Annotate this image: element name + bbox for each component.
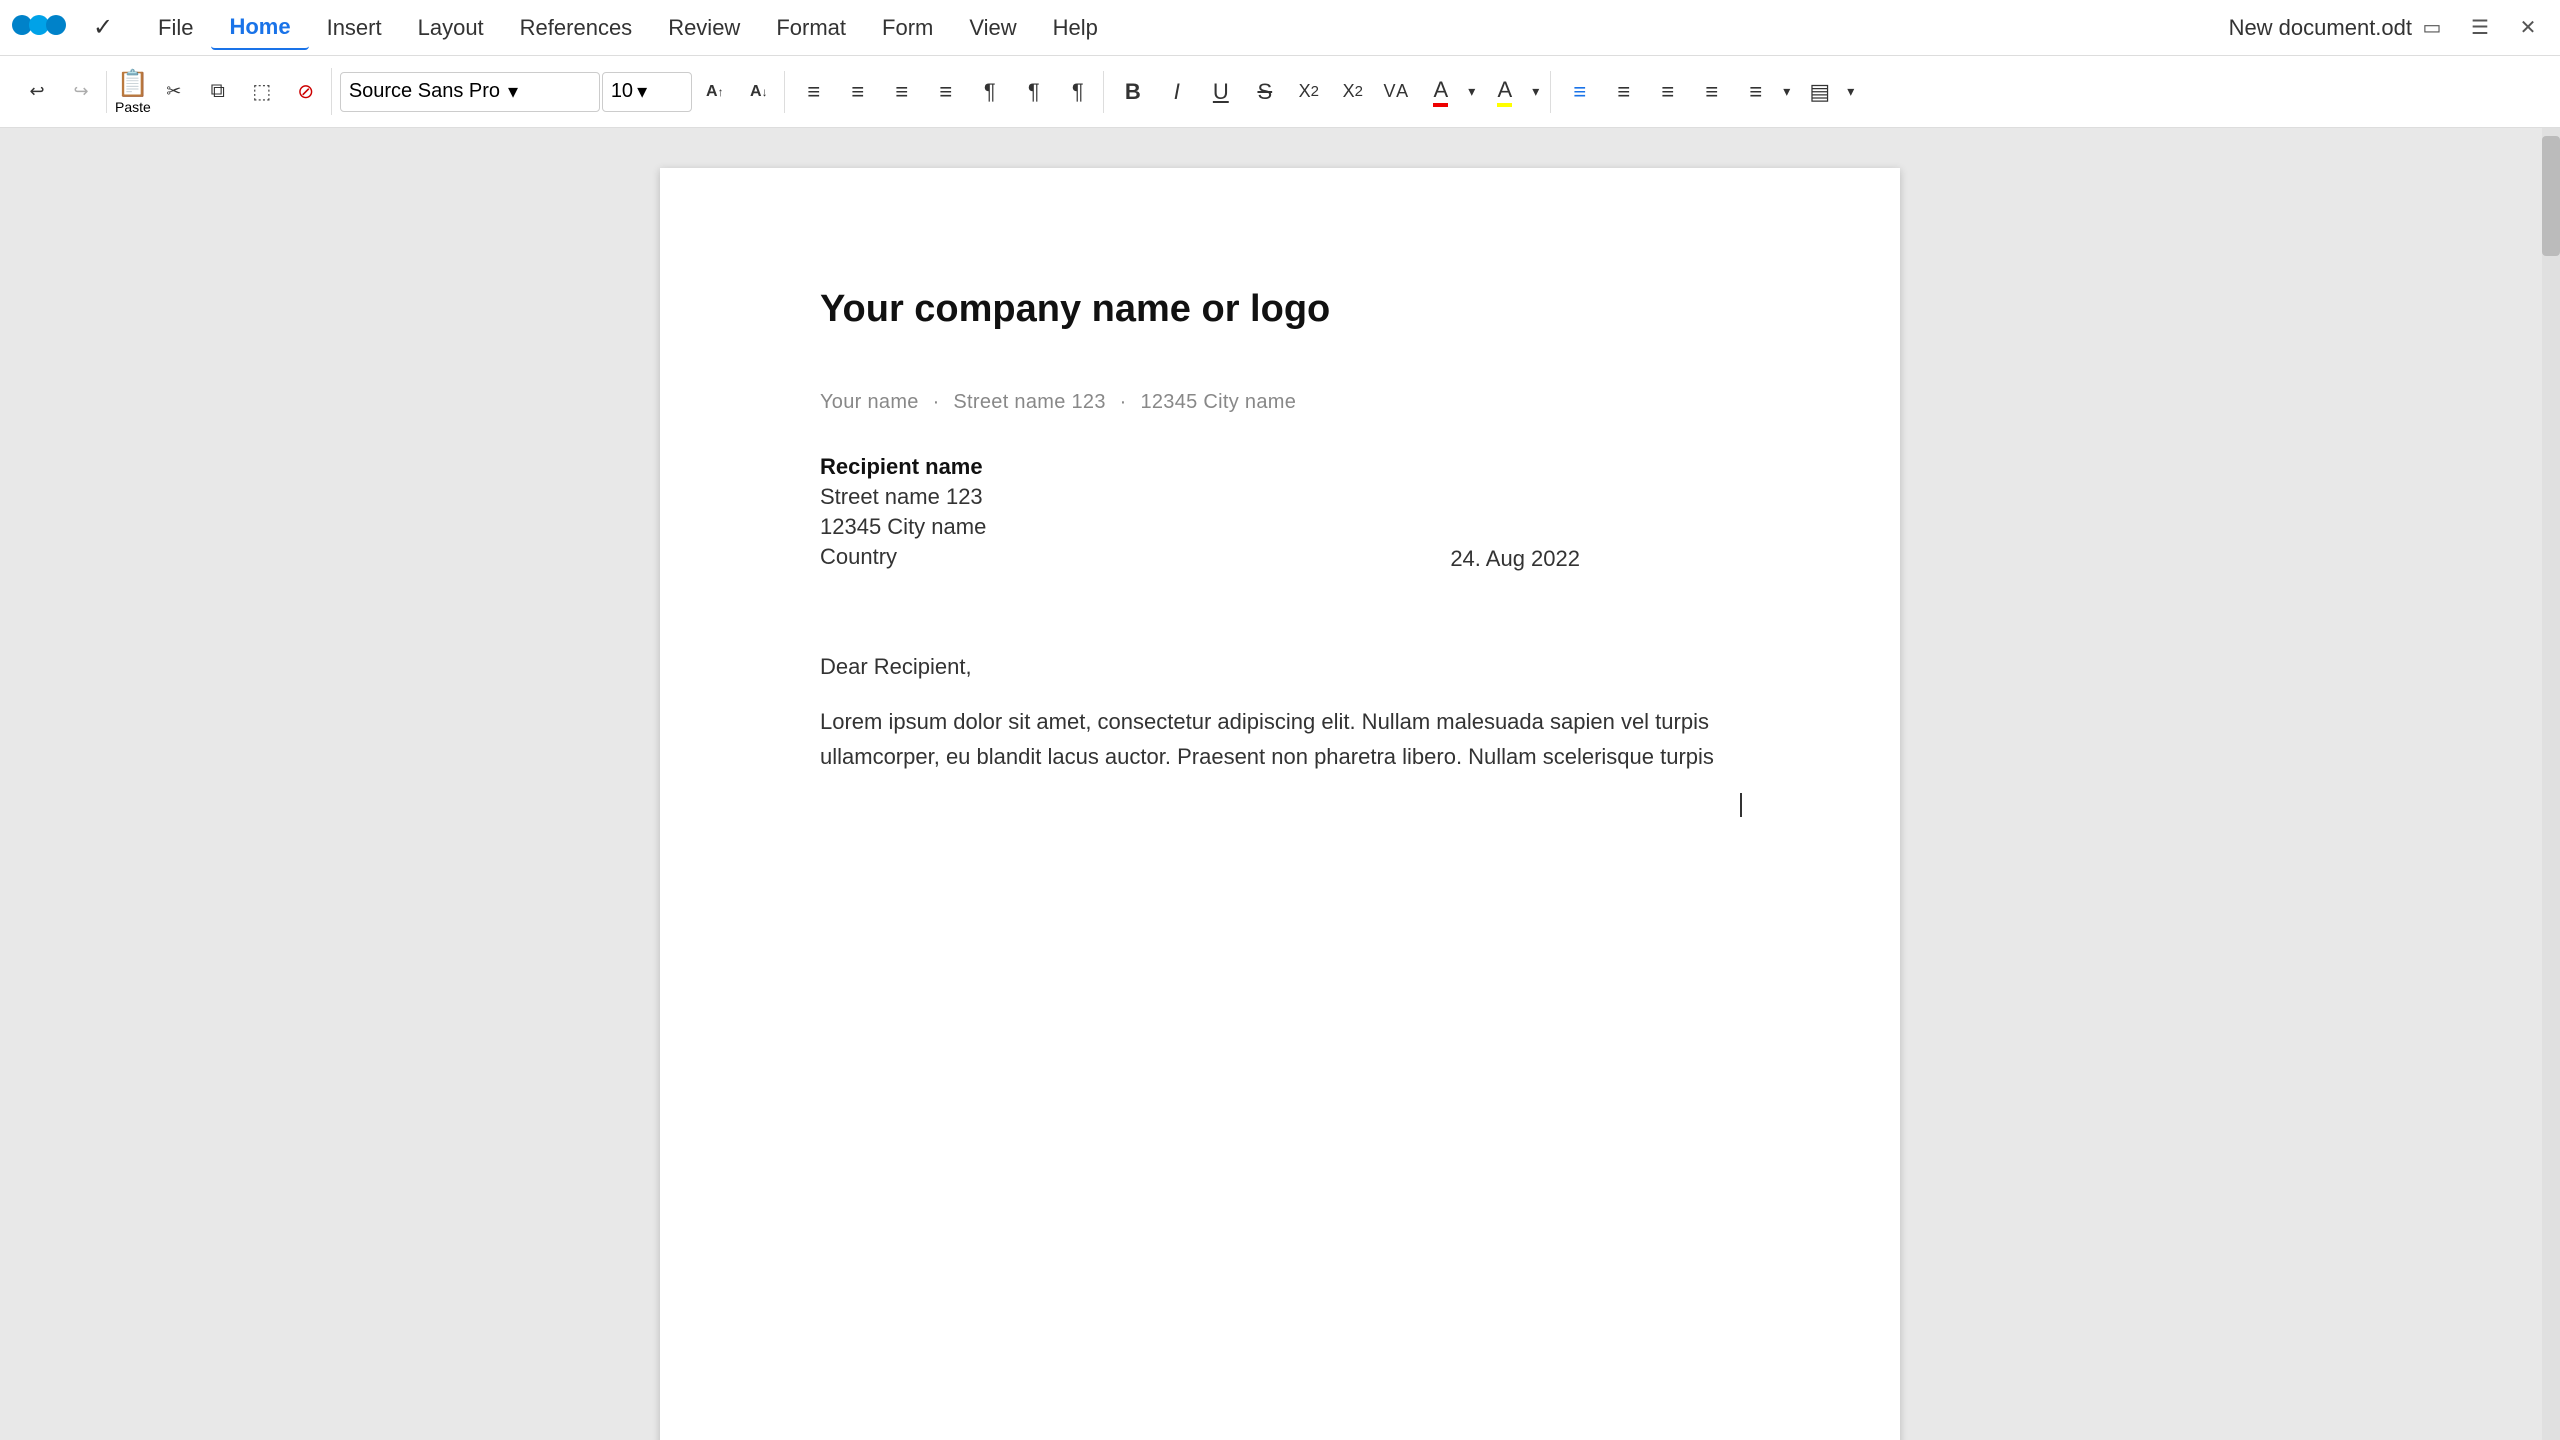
ordered-list-button[interactable]: ≡ [837,71,879,113]
paste-button[interactable]: 📋 Paste [115,68,151,115]
highlight-color-group: A ▾ [1484,71,1546,113]
underline-button[interactable]: U [1200,71,1242,113]
font-color-dropdown[interactable]: ▾ [1462,71,1482,113]
body-text[interactable]: Lorem ipsum dolor sit amet, consectetur … [820,704,1740,774]
bg-color-group: ▤ ▾ [1799,71,1861,113]
font-color-group: A ▾ [1420,71,1482,113]
menu-help[interactable]: Help [1035,7,1116,49]
cut-button[interactable]: ✂ [153,71,195,113]
menu-references[interactable]: References [502,7,651,49]
undo-button[interactable]: ↩ [16,71,58,113]
menu-form[interactable]: Form [864,7,951,49]
sender-name: Your name [820,391,919,413]
window-toggle-button[interactable]: ▭ [2412,8,2452,48]
highlight-color-dropdown[interactable]: ▾ [1526,71,1546,113]
vertical-scrollbar[interactable] [2542,128,2560,1440]
char-spacing-button[interactable]: VA [1376,71,1418,113]
font-size-decrease-button[interactable]: A↓ [738,71,780,113]
app-logo [12,7,66,48]
menu-view[interactable]: View [951,7,1034,49]
bg-color-button[interactable]: ▤ [1799,71,1841,113]
sender-city: 12345 City name [1140,391,1296,413]
separator-2: · [1120,391,1127,413]
show-formatting-button[interactable]: ¶ [1013,71,1055,113]
font-name-selector[interactable]: Source Sans Pro ▾ [340,72,600,112]
menu-home[interactable]: Home [211,6,308,50]
close-button[interactable]: ✕ [2508,8,2548,48]
document-page[interactable]: Your company name or logo Your name · St… [660,168,1900,1440]
sidebar-toggle-button[interactable]: ☰ [2460,8,2500,48]
clipboard-group: 📋 Paste ✂ ⧉ ⬚ ⊘ [111,68,332,115]
menu-layout[interactable]: Layout [400,7,502,49]
window-controls: ▭ ☰ ✕ [2412,8,2548,48]
font-size-increase-button[interactable]: A↑ [694,71,736,113]
character-group: B I U S X2 X2 VA A ▾ A ▾ [1108,71,1551,113]
line-spacing-dropdown[interactable]: ▾ [1777,71,1797,113]
align-left-button[interactable]: ≡ [1559,71,1601,113]
redo-button[interactable]: ↪ [60,71,102,113]
clear-format-button[interactable]: ⊘ [285,71,327,113]
italic-button[interactable]: I [1156,71,1198,113]
font-group: Source Sans Pro ▾ 10 ▾ A↑ A↓ [336,71,785,113]
superscript-button[interactable]: X2 [1332,71,1374,113]
recipient-country-row: Country 24. Aug 2022 [820,544,1740,574]
menu-review[interactable]: Review [650,7,758,49]
text-cursor [1740,793,1742,817]
pilcrow-button[interactable]: ¶ [1057,71,1099,113]
recipient-city[interactable]: 12345 City name [820,514,1740,540]
copy-button[interactable]: ⧉ [197,71,239,113]
clone-format-button[interactable]: ⬚ [241,71,283,113]
align-center-button[interactable]: ≡ [1603,71,1645,113]
scrollbar-thumb[interactable] [2542,136,2560,256]
font-color-button[interactable]: A [1420,71,1462,113]
history-group: ↩ ↪ [12,71,107,113]
recipient-name[interactable]: Recipient name [820,454,1740,480]
unordered-list-button[interactable]: ≡ [793,71,835,113]
sender-street: Street name 123 [953,391,1105,413]
paragraph-mark-button[interactable]: ¶ [969,71,1011,113]
salutation[interactable]: Dear Recipient, [820,654,1740,680]
save-button[interactable]: ✓ [82,7,124,49]
document-area[interactable]: Your company name or logo Your name · St… [0,128,2560,1440]
recipient-country[interactable]: Country [820,544,897,570]
menu-bar: File Home Insert Layout References Revie… [140,6,2229,50]
list-group: ≡ ≡ ≡ ≡ ¶ ¶ ¶ [789,71,1104,113]
indent-decrease-button[interactable]: ≡ [881,71,923,113]
recipient-block: Recipient name Street name 123 12345 Cit… [820,454,1740,574]
align-right-button[interactable]: ≡ [1647,71,1689,113]
menu-insert[interactable]: Insert [309,7,400,49]
font-size-selector[interactable]: 10 ▾ [602,72,692,112]
separator-1: · [933,391,940,413]
sender-info: Your name · Street name 123 · 12345 City… [820,391,1740,414]
bold-button[interactable]: B [1112,71,1154,113]
strikethrough-button[interactable]: S [1244,71,1286,113]
alignment-group: ≡ ≡ ≡ ≡ ≡ ▾ ▤ ▾ [1555,71,1865,113]
recipient-street[interactable]: Street name 123 [820,484,1740,510]
highlight-color-button[interactable]: A [1484,71,1526,113]
subscript-button[interactable]: X2 [1288,71,1330,113]
menu-format[interactable]: Format [758,7,864,49]
company-title[interactable]: Your company name or logo [820,288,1740,331]
document-date[interactable]: 24. Aug 2022 [1450,546,1580,572]
bg-color-dropdown[interactable]: ▾ [1841,71,1861,113]
document-title: New document.odt [2229,15,2412,41]
title-bar: ✓ File Home Insert Layout References Rev… [0,0,2560,56]
formatting-toolbar: ↩ ↪ 📋 Paste ✂ ⧉ ⬚ ⊘ Source Sans Pro ▾ 10… [0,56,2560,128]
menu-file[interactable]: File [140,7,211,49]
line-spacing-button[interactable]: ≡ [1735,71,1777,113]
justify-button[interactable]: ≡ [1691,71,1733,113]
line-spacing-group: ≡ ▾ [1735,71,1797,113]
indent-increase-button[interactable]: ≡ [925,71,967,113]
